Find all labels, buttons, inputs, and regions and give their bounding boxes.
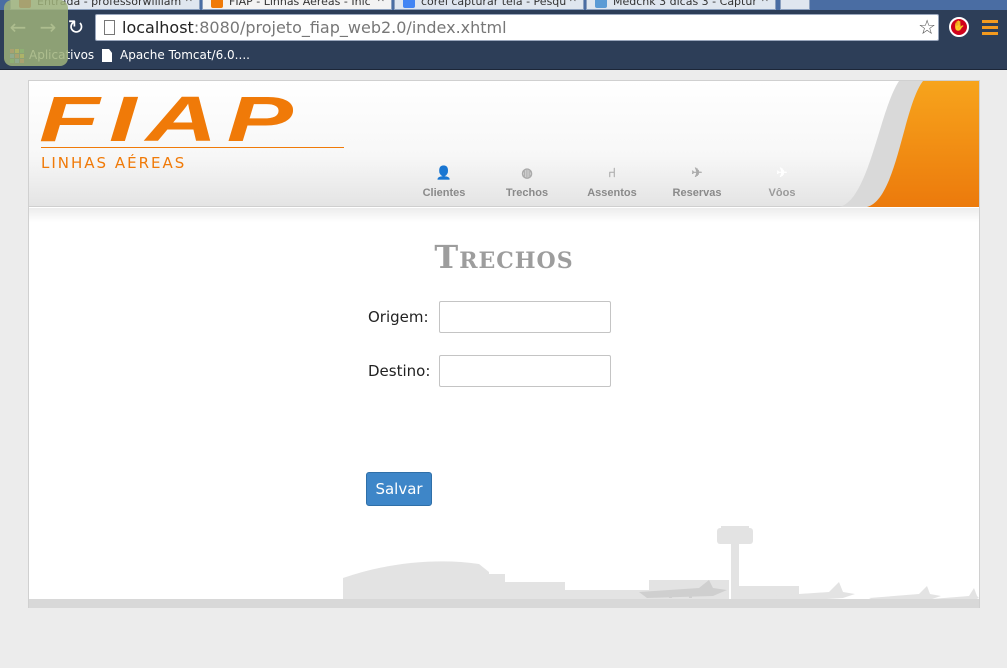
nav-label: Reservas <box>672 187 722 199</box>
search-favicon-icon <box>403 0 415 8</box>
bookmark-tomcat[interactable]: Apache Tomcat/6.0.... <box>102 48 250 62</box>
url-path: :8080/projeto_fiap_web2.0/index.xhtml <box>193 18 507 37</box>
browser-tab-label: Medchk 3 dicas 3 - Captur <box>613 0 757 8</box>
address-bar[interactable]: localhost:8080/projeto_fiap_web2.0/index… <box>95 14 939 41</box>
browser-menu-icon[interactable] <box>980 17 1000 37</box>
site-container: FIAP LINHAS AÉREAS 👤 Clientes ◍ Trechos … <box>28 80 980 608</box>
nav-label: Trechos <box>505 187 549 199</box>
browser-tab[interactable]: corel capturar tela - Pesqu ✕ <box>394 0 584 10</box>
stop-extension-icon[interactable]: ✋ <box>949 17 969 37</box>
logo-divider <box>41 147 344 148</box>
profile-avatar[interactable] <box>4 0 68 66</box>
header-swoosh-graphic <box>839 81 979 207</box>
browser-toolbar: ← → ↻ localhost:8080/projeto_fiap_web2.0… <box>0 10 1007 44</box>
nav-trechos[interactable]: ◍ Trechos <box>487 165 567 199</box>
page-title: Trechos <box>434 238 574 276</box>
globe-icon: ◍ <box>521 165 533 180</box>
browser-tab-active[interactable]: FIAP - Linhas Aéreas - Inic ✕ <box>202 0 392 10</box>
nav-reservas[interactable]: ✈ Reservas <box>657 165 737 199</box>
address-url[interactable]: localhost:8080/projeto_fiap_web2.0/index… <box>122 18 507 37</box>
airport-skyline-graphic <box>329 526 979 608</box>
destino-label: Destino: <box>368 362 431 380</box>
bookmarks-bar: Aplicativos Apache Tomcat/6.0.... <box>0 44 1007 70</box>
browser-tab-strip: Entrada - professorwilliam ✕ FIAP - Linh… <box>0 0 1007 10</box>
page-favicon-icon <box>595 0 607 8</box>
browser-tab-label: FIAP - Linhas Aéreas - Inic <box>229 0 371 8</box>
nav-label: Clientes <box>422 187 466 199</box>
page-viewport: FIAP LINHAS AÉREAS 👤 Clientes ◍ Trechos … <box>0 70 1007 668</box>
url-host: localhost <box>122 18 194 37</box>
main-content: Trechos Origem: Destino: Salvar <box>29 208 979 608</box>
nav-assentos[interactable]: ⑁ Assentos <box>572 165 652 199</box>
seat-icon: ⑁ <box>608 165 616 180</box>
close-icon[interactable]: ✕ <box>377 0 385 5</box>
origem-label: Origem: <box>368 308 429 326</box>
browser-tab[interactable]: Medchk 3 dicas 3 - Captur ✕ <box>586 0 776 10</box>
plane-takeoff-icon: ✈ <box>776 165 788 180</box>
document-icon <box>102 49 112 62</box>
close-icon[interactable]: ✕ <box>185 0 193 5</box>
footer-bar <box>29 599 979 608</box>
page-icon <box>104 20 115 35</box>
nav-label: Vôos <box>768 187 796 199</box>
destino-input[interactable] <box>439 355 611 387</box>
fiap-logo[interactable]: FIAP <box>39 84 302 154</box>
site-header: FIAP LINHAS AÉREAS 👤 Clientes ◍ Trechos … <box>29 81 979 207</box>
logo-subtitle: LINHAS AÉREAS <box>41 154 187 172</box>
nav-label: Assentos <box>587 187 637 199</box>
close-icon[interactable]: ✕ <box>761 0 769 5</box>
new-tab-button[interactable] <box>780 0 810 10</box>
nav-voos[interactable]: ✈ Vôos <box>742 165 822 199</box>
save-button[interactable]: Salvar <box>366 472 432 506</box>
person-icon: 👤 <box>435 165 453 180</box>
origem-input[interactable] <box>439 301 611 333</box>
fiap-favicon-icon <box>211 0 223 8</box>
nav-clientes[interactable]: 👤 Clientes <box>404 165 484 199</box>
close-icon[interactable]: ✕ <box>569 0 577 5</box>
bookmark-star-icon[interactable]: ☆ <box>918 15 936 39</box>
browser-tab-label: corel capturar tela - Pesqu <box>421 0 567 8</box>
plane-icon: ✈ <box>691 165 703 180</box>
bookmark-label: Apache Tomcat/6.0.... <box>120 48 250 62</box>
